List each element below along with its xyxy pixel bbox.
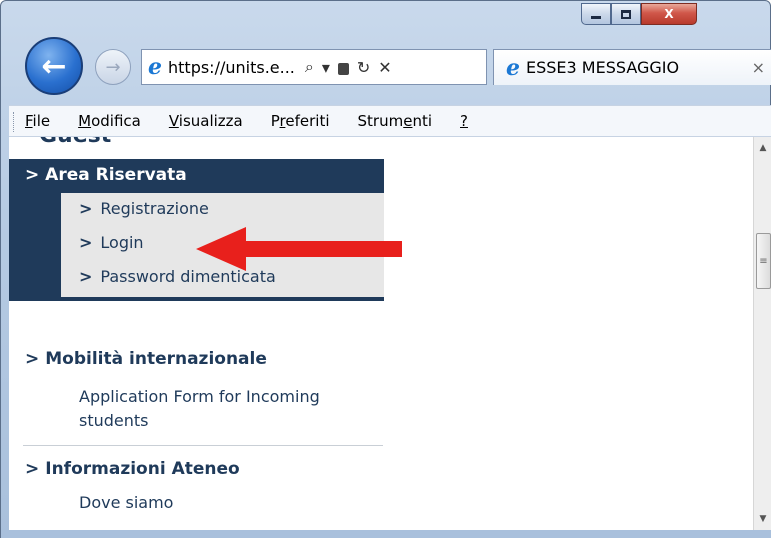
search-icon[interactable]: ⌕ (305, 57, 314, 77)
minimize-icon (591, 15, 601, 19)
back-button[interactable]: ← (25, 37, 83, 95)
section-informazioni-ateneo[interactable]: > Informazioni Ateneo (25, 459, 240, 479)
menu-visualizza[interactable]: Visualizza (169, 112, 243, 130)
chevron-right-icon: > (25, 349, 40, 369)
scroll-up-icon[interactable]: ▲ (754, 139, 771, 157)
arrow-shape (196, 227, 402, 271)
link-registrazione[interactable]: > Registrazione (79, 199, 209, 218)
chevron-right-icon: > (79, 267, 93, 286)
scroll-down-icon[interactable]: ▼ (754, 510, 771, 528)
maximize-button[interactable] (611, 3, 641, 25)
lock-icon[interactable] (337, 63, 349, 75)
browser-window: X ← → e https://units.e... ⌕ ▾ ↻ ✕ e ESS… (0, 0, 771, 538)
menu-file[interactable]: File (25, 112, 50, 130)
vertical-scrollbar[interactable]: ▲ ≡ ▼ (753, 137, 771, 530)
maximize-icon (621, 9, 631, 19)
ie-logo-icon: e (148, 54, 162, 80)
close-icon: X (664, 7, 674, 21)
chevron-right-icon: > (25, 459, 40, 479)
chevron-down-icon[interactable]: ▾ (322, 58, 330, 77)
tab-esse3-messaggio[interactable]: e ESSE3 MESSAGGIO × (493, 49, 771, 85)
arrow-left-icon: ← (41, 48, 67, 84)
minimize-button[interactable] (581, 3, 611, 25)
tab-title: ESSE3 MESSAGGIO (526, 58, 680, 77)
link-dove-siamo[interactable]: Dove siamo (79, 491, 173, 515)
menu-strumenti[interactable]: Strumenti (358, 112, 433, 130)
window-caption-buttons: X (581, 3, 697, 25)
section-mobilita-internazionale[interactable]: > Mobilità internazionale (25, 349, 267, 369)
red-arrow-annotation (196, 227, 402, 271)
forward-button[interactable]: → (95, 49, 131, 85)
chevron-right-icon: > (79, 233, 93, 252)
stop-icon[interactable]: ✕ (378, 58, 391, 77)
menu-bar: File Modifica Visualizza Preferiti Strum… (9, 105, 771, 137)
menu-help[interactable]: ? (460, 112, 468, 130)
chevron-right-icon: > (79, 199, 93, 218)
clipped-heading: Guest (39, 137, 111, 148)
area-riservata-title[interactable]: > Area Riservata (25, 165, 187, 185)
arrow-right-icon: → (105, 56, 121, 78)
page-content: Guest > Area Riservata >Registrazione >L… (9, 137, 753, 530)
address-bar[interactable]: e https://units.e... ⌕ ▾ ↻ ✕ (141, 49, 487, 85)
link-application-form[interactable]: Application Form for Incoming students (79, 385, 320, 433)
address-controls: ⌕ ▾ ↻ ✕ (305, 57, 392, 77)
tab-close-icon[interactable]: × (752, 58, 765, 77)
menu-preferiti[interactable]: Preferiti (271, 112, 330, 130)
menu-modifica[interactable]: Modifica (78, 112, 141, 130)
menubar-grip[interactable] (13, 112, 16, 132)
window-bottom-border (1, 530, 771, 538)
scroll-thumb[interactable]: ≡ (756, 233, 771, 289)
link-login[interactable]: > Login (79, 233, 144, 252)
ie-logo-icon: e (506, 54, 520, 81)
chevron-right-icon: > (25, 165, 40, 185)
refresh-icon[interactable]: ↻ (357, 58, 370, 77)
close-window-button[interactable]: X (641, 3, 697, 25)
section-divider (23, 445, 383, 446)
address-url[interactable]: https://units.e... (168, 58, 295, 77)
